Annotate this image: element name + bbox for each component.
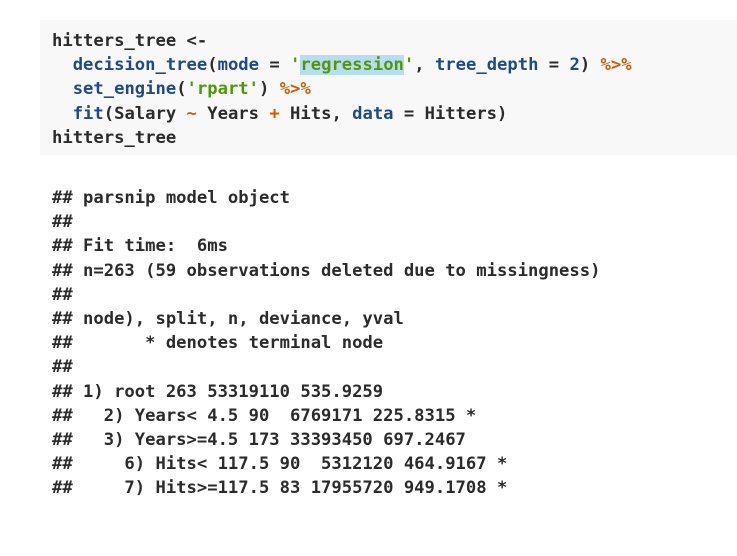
arg-data: data (352, 103, 394, 124)
pipe-operator: %>% (600, 55, 632, 76)
paren-open: ( (207, 55, 218, 76)
output-line: ## 7) Hits>=117.5 83 17955720 949.1708 * (52, 478, 508, 499)
code-chunk: hitters_tree <- decision_tree(mode = 're… (40, 20, 737, 155)
formula-hits: Hits, (279, 103, 353, 124)
console-output: ## parsnip model object ## ## Fit time: … (52, 186, 600, 500)
output-line: ## (52, 357, 73, 378)
arg-mode: mode (217, 55, 259, 76)
equals: = (538, 55, 570, 76)
quote-close: ' (403, 55, 415, 76)
tilde-operator: ~ (186, 103, 197, 124)
output-line: ## (52, 212, 73, 233)
string-regression-selected[interactable]: regression (300, 55, 404, 76)
paren-close: ) (579, 55, 601, 76)
arg-tree-depth: tree_depth (434, 55, 539, 76)
output-line: ## 1) root 263 53319110 535.9259 (52, 381, 384, 402)
code-assignment: hitters_tree <- (52, 31, 208, 51)
output-line: ## n=263 (59 observations deleted due to… (52, 260, 601, 281)
code-line-4: fit(Salary ~ Years + Hits, data = Hitter… (52, 102, 737, 126)
quote-open: ' (290, 55, 301, 76)
plus-operator: + (269, 103, 280, 124)
code-line-1: hitters_tree <- (52, 29, 737, 53)
output-line: ## parsnip model object (52, 188, 290, 208)
comma: , (414, 55, 435, 76)
number-2: 2 (569, 55, 580, 76)
output-line: ## 6) Hits< 117.5 90 5312120 464.9167 * (52, 454, 508, 475)
equals: = (393, 103, 425, 124)
print-object: hitters_tree (52, 127, 177, 148)
equals: = (259, 55, 291, 76)
fit-open: (Salary (103, 103, 187, 124)
output-line: ## Fit time: 6ms (52, 236, 228, 257)
output-line: ## * denotes terminal node (52, 333, 384, 354)
output-line: ## 2) Years< 4.5 90 6769171 225.8315 * (52, 405, 477, 426)
paren-open: ( (176, 79, 187, 100)
output-line: ## 3) Years>=4.5 173 33393450 697.2467 (52, 429, 466, 450)
code-line-5: hitters_tree (52, 126, 737, 150)
string-rpart: 'rpart' (186, 79, 259, 100)
data-hitters: Hitters) (424, 103, 508, 124)
formula-years: Years (196, 103, 270, 124)
fn-decision-tree: decision_tree (72, 55, 208, 76)
code-line-3: set_engine('rpart') %>% (52, 77, 737, 101)
paren-close: ) (258, 79, 280, 100)
pipe-operator: %>% (279, 79, 311, 100)
output-line: ## (52, 284, 73, 305)
output-line: ## node), split, n, deviance, yval (52, 308, 404, 329)
fn-set-engine: set_engine (72, 79, 177, 100)
fn-fit: fit (72, 103, 104, 124)
code-line-2: decision_tree(mode = 'regression', tree_… (52, 53, 737, 77)
